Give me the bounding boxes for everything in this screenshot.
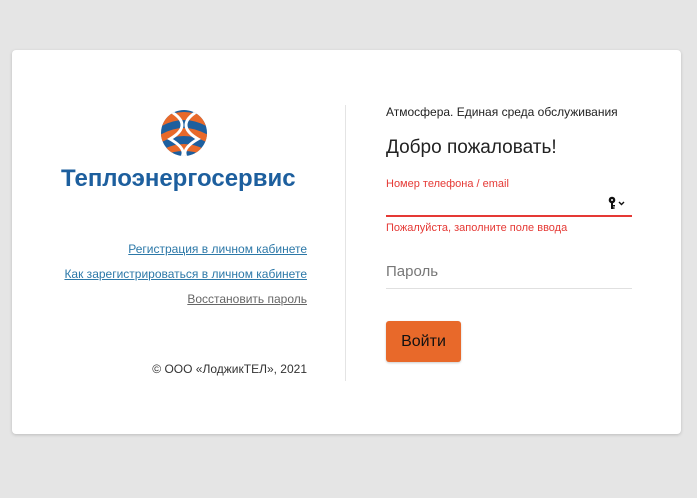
login-button[interactable]: Войти — [386, 321, 461, 362]
copyright-text: © ООО «ЛоджикТЕЛ», 2021 — [152, 362, 307, 376]
phone-email-field — [386, 192, 632, 217]
login-card: Теплоэнергосервис Регистрация в личном к… — [12, 50, 681, 434]
service-subtitle: Атмосфера. Единая среда обслуживания — [386, 105, 618, 119]
brand-name: Теплоэнергосервис — [61, 165, 296, 192]
vertical-divider — [345, 105, 346, 381]
how-to-register-link[interactable]: Как зарегистрироваться в личном кабинете — [64, 267, 307, 282]
phone-email-label: Номер телефона / email — [386, 178, 509, 190]
password-field — [386, 260, 632, 289]
register-link[interactable]: Регистрация в личном кабинете — [64, 242, 307, 257]
password-input[interactable] — [386, 260, 596, 282]
phone-email-input[interactable] — [386, 192, 596, 214]
brand-logo: Теплоэнергосервис — [56, 105, 316, 195]
welcome-heading: Добро пожаловать! — [386, 137, 557, 158]
login-form: Атмосфера. Единая среда обслуживания Доб… — [386, 105, 632, 362]
help-links: Регистрация в личном кабинете Как зареги… — [64, 242, 307, 317]
key-dropdown-icon[interactable] — [608, 196, 626, 210]
sphere-logo-icon — [161, 110, 207, 156]
phone-error-message: Пожалуйста, заполните поле ввода — [386, 222, 568, 234]
restore-password-link[interactable]: Восстановить пароль — [64, 292, 307, 307]
